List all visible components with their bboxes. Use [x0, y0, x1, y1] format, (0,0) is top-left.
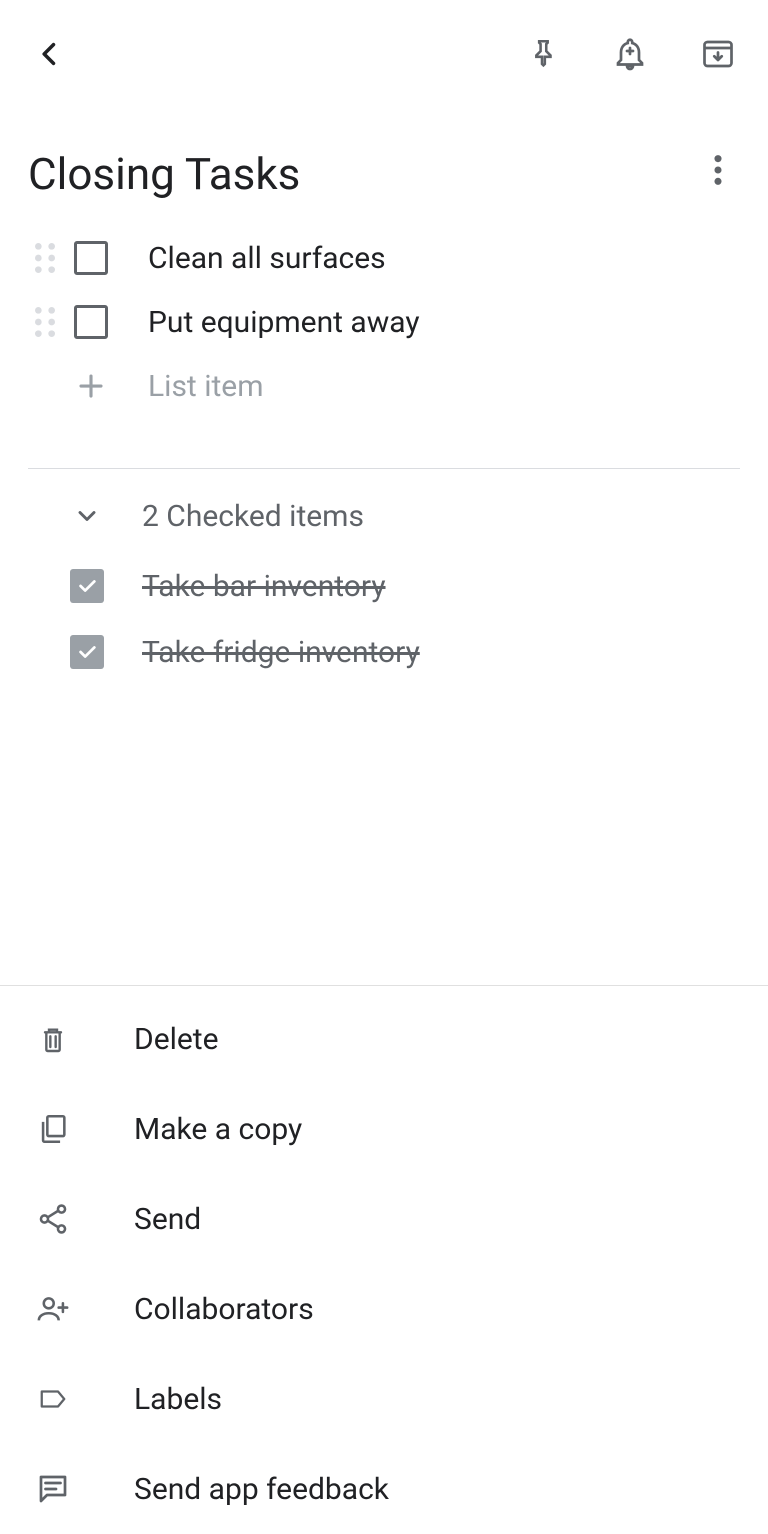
checked-item-text[interactable]: Take fridge inventory: [142, 635, 420, 670]
label-icon: [34, 1380, 72, 1418]
trash-icon: [34, 1020, 72, 1058]
feedback-icon: [34, 1470, 72, 1508]
checkbox-unchecked[interactable]: [74, 241, 108, 275]
divider: [28, 468, 740, 469]
menu-make-copy[interactable]: Make a copy: [0, 1084, 768, 1174]
menu-delete[interactable]: Delete: [0, 994, 768, 1084]
bottom-sheet-menu: Delete Make a copy Send Collaborators La…: [0, 985, 768, 1534]
menu-send[interactable]: Send: [0, 1174, 768, 1264]
more-options-button[interactable]: [696, 148, 740, 192]
menu-label: Send: [134, 1202, 201, 1237]
menu-label: Collaborators: [134, 1292, 314, 1327]
plus-icon: [74, 369, 108, 403]
reminder-button[interactable]: [608, 32, 652, 76]
share-icon: [34, 1200, 72, 1238]
check-icon: [76, 641, 98, 663]
check-icon: [76, 575, 98, 597]
person-add-icon: [34, 1290, 72, 1328]
checked-items-header[interactable]: 2 Checked items: [0, 479, 768, 553]
add-list-item[interactable]: List item: [28, 354, 740, 418]
bell-add-icon: [612, 36, 648, 72]
checked-item-text[interactable]: Take bar inventory: [142, 569, 386, 604]
list-item-text[interactable]: Clean all surfaces: [148, 241, 386, 276]
drag-handle-icon[interactable]: [28, 305, 62, 339]
pin-button[interactable]: [520, 32, 564, 76]
back-arrow-icon: [36, 34, 64, 74]
menu-label: Send app feedback: [134, 1472, 389, 1507]
menu-label: Labels: [134, 1382, 222, 1417]
menu-label: Make a copy: [134, 1112, 302, 1147]
list-item-text[interactable]: Put equipment away: [148, 305, 420, 340]
title-row: Closing Tasks: [0, 108, 768, 220]
checked-items-label: 2 Checked items: [142, 499, 364, 534]
list-item[interactable]: Clean all surfaces: [28, 226, 740, 290]
menu-label: Delete: [134, 1022, 219, 1057]
unchecked-list: Clean all surfaces Put equipment away Li…: [0, 220, 768, 438]
chevron-down-icon: [70, 499, 104, 533]
archive-button[interactable]: [696, 32, 740, 76]
top-app-bar: [0, 0, 768, 108]
menu-send-feedback[interactable]: Send app feedback: [0, 1444, 768, 1534]
add-item-placeholder: List item: [148, 369, 264, 404]
checked-list-item[interactable]: Take bar inventory: [0, 553, 768, 619]
drag-handle-icon[interactable]: [28, 241, 62, 275]
list-item[interactable]: Put equipment away: [28, 290, 740, 354]
note-title[interactable]: Closing Tasks: [28, 148, 300, 200]
menu-labels[interactable]: Labels: [0, 1354, 768, 1444]
checkbox-checked[interactable]: [70, 635, 104, 669]
checked-list-item[interactable]: Take fridge inventory: [0, 619, 768, 685]
back-button[interactable]: [28, 32, 72, 76]
more-vert-icon: [713, 153, 723, 187]
checkbox-checked[interactable]: [70, 569, 104, 603]
archive-icon: [700, 36, 736, 72]
copy-icon: [34, 1110, 72, 1148]
checkbox-unchecked[interactable]: [74, 305, 108, 339]
menu-collaborators[interactable]: Collaborators: [0, 1264, 768, 1354]
pin-icon: [525, 37, 559, 71]
